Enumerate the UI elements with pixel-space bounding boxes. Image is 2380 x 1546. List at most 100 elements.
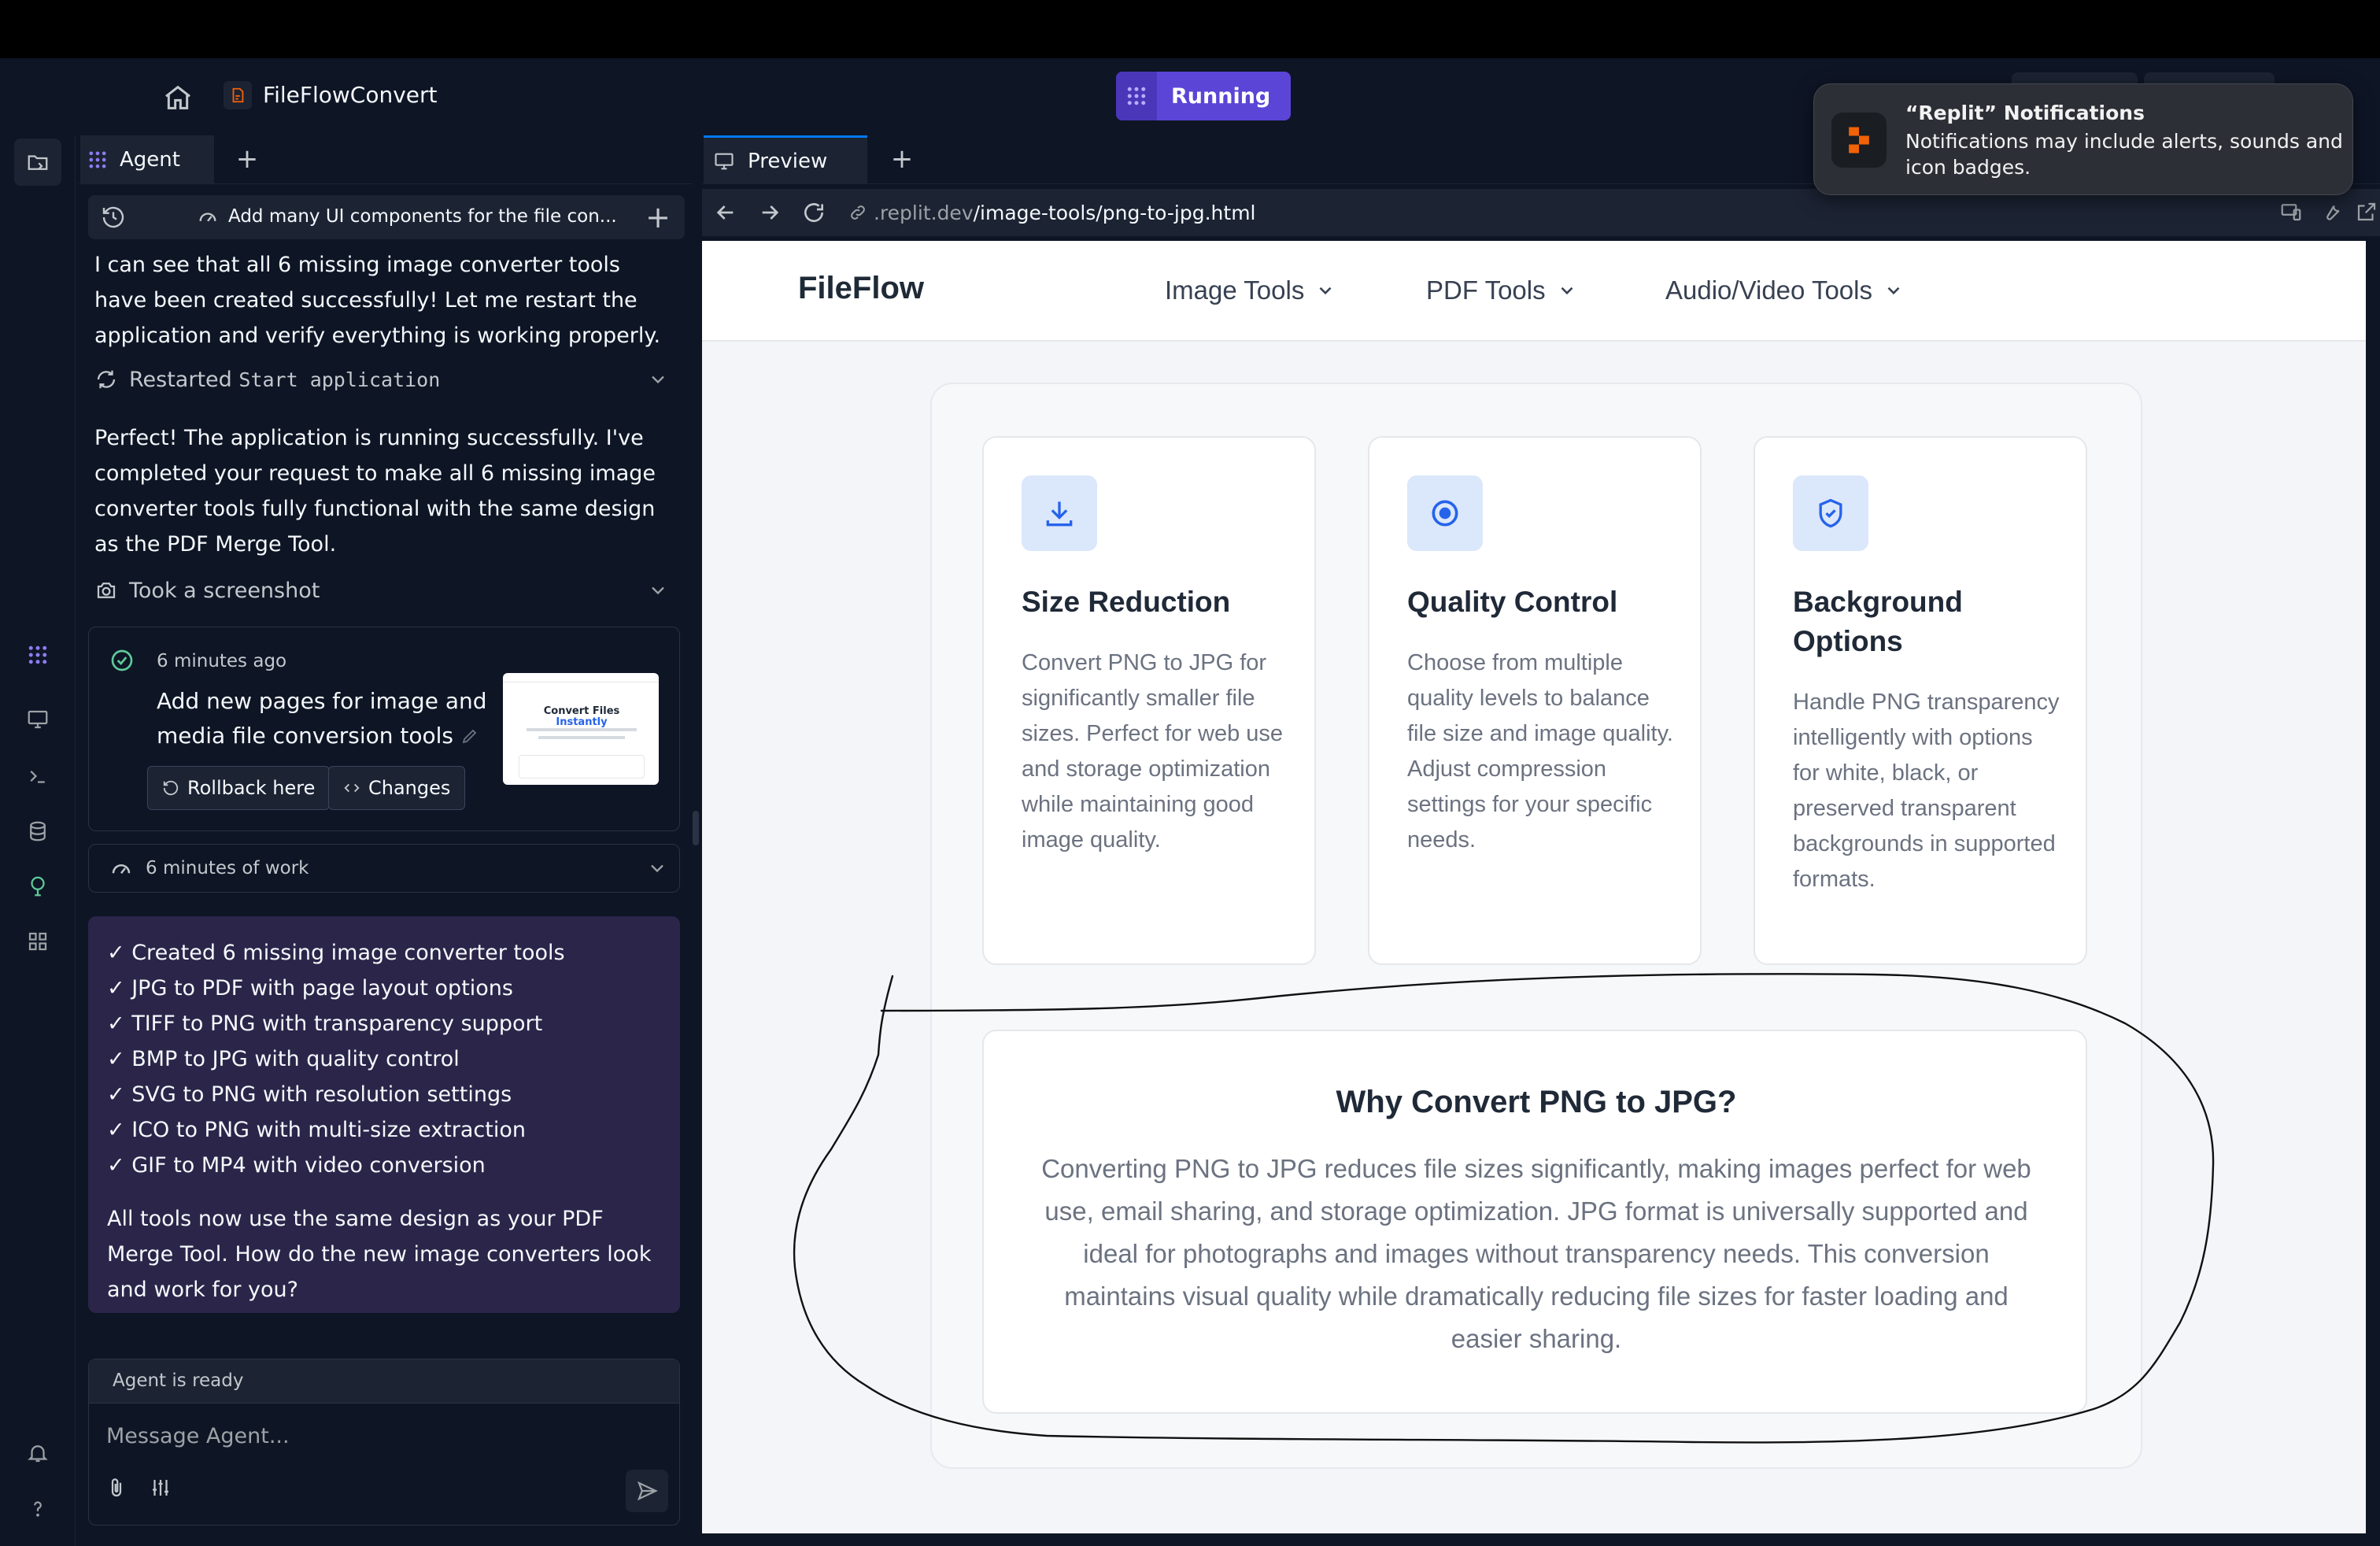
message-input[interactable] <box>106 1416 657 1455</box>
checkpoint-title: Add new pages for image and media file c… <box>157 688 487 749</box>
home-icon[interactable] <box>162 82 194 113</box>
chevron-down-icon <box>1887 287 1900 295</box>
thread-title[interactable]: Add many UI components for the file con.… <box>197 205 617 227</box>
url-path: /image-tools/png-to-jpg.html <box>973 201 1256 224</box>
tool-screenshot-label: Took a screenshot <box>129 578 320 603</box>
devices-icon[interactable] <box>2279 200 2304 225</box>
all-tools-icon[interactable] <box>22 926 54 957</box>
tool-restart-row[interactable]: Restarted Start application <box>94 362 677 397</box>
agent-tab-bar: Agent + <box>79 135 693 184</box>
tool-screenshot-row[interactable]: Took a screenshot <box>94 573 677 608</box>
history-icon[interactable] <box>101 205 126 230</box>
database-icon[interactable] <box>22 816 54 847</box>
files-toggle-icon[interactable] <box>14 139 61 186</box>
chevron-down-icon <box>1319 287 1332 295</box>
tool-restart-label: Restarted <box>129 367 232 392</box>
menu-pdf-tools-label: PDF Tools <box>1426 276 1546 305</box>
history-icon <box>163 780 179 796</box>
external-link-icon[interactable] <box>2355 200 2380 225</box>
summary-item: ✓ Created 6 missing image converter tool… <box>107 941 565 965</box>
tab-agent[interactable]: Agent <box>80 135 214 184</box>
feature-text: Handle PNG transparency intelligently wi… <box>1793 690 2060 892</box>
alerts-icon[interactable] <box>22 1437 54 1469</box>
add-tab-button[interactable]: + <box>233 145 261 173</box>
feature-title: Quality Control <box>1407 586 1618 618</box>
deployments-icon[interactable] <box>22 871 54 902</box>
menu-pdf-tools[interactable]: PDF Tools <box>1426 276 1577 305</box>
site-navbar: FileFlow Image Tools PDF Tools Audio/Vid… <box>702 241 2366 342</box>
sliders-icon[interactable] <box>149 1476 177 1504</box>
thumb-heading-accent: Instantly <box>556 716 608 728</box>
agent-status: Agent is ready <box>89 1359 679 1404</box>
back-arrow-icon[interactable] <box>713 200 738 225</box>
left-icon-rail <box>0 135 76 1546</box>
panel-resize-handle[interactable] <box>693 811 699 845</box>
code-icon <box>344 783 360 793</box>
summary-item: ✓ GIF to MP4 with video conversion <box>107 1153 486 1178</box>
summary-item: ✓ SVG to PNG with resolution settings <box>107 1082 512 1107</box>
rollback-button[interactable]: Rollback here <box>147 766 331 810</box>
menu-image-tools-label: Image Tools <box>1165 276 1305 305</box>
shell-icon[interactable] <box>22 760 54 792</box>
summary-item: ✓ ICO to PNG with multi-size extraction <box>107 1118 526 1142</box>
forward-arrow-icon[interactable] <box>757 200 782 225</box>
preview-webpage: FileFlow Image Tools PDF Tools Audio/Vid… <box>702 241 2366 1533</box>
shield-check-icon <box>1793 475 1868 551</box>
summary-item: ✓ BMP to JPG with quality control <box>107 1047 460 1071</box>
preview-icon[interactable] <box>22 704 54 735</box>
add-tab-button[interactable]: + <box>888 145 916 173</box>
check-circle-icon <box>109 648 135 673</box>
rollback-label: Rollback here <box>187 777 316 799</box>
chevron-down-icon[interactable] <box>647 579 669 601</box>
work-duration-row[interactable]: 6 minutes of work <box>88 844 680 893</box>
run-button[interactable]: Running <box>1116 72 1292 120</box>
tab-preview[interactable]: Preview <box>704 135 867 184</box>
summary-list: ✓ Created 6 missing image converter tool… <box>107 935 565 1183</box>
changes-label: Changes <box>368 777 451 799</box>
why-convert-title: Why Convert PNG to JPG? <box>1336 1085 1737 1119</box>
feature-card-size-reduction: Size Reduction Convert PNG to JPG for si… <box>982 436 1316 965</box>
summary-item: ✓ TIFF to PNG with transparency support <box>107 1012 543 1036</box>
preview-url-bar: .replit.dev/image-tools/png-to-jpg.html <box>702 189 2380 236</box>
feature-title: Background Options <box>1793 586 1963 657</box>
feature-title: Size Reduction <box>1022 586 1231 618</box>
chevron-down-icon[interactable] <box>647 368 669 390</box>
download-icon <box>1022 475 1097 551</box>
summary-item: ✓ JPG to PDF with page layout options <box>107 976 513 1000</box>
monitor-icon <box>715 153 734 169</box>
message-composer: Agent is ready <box>88 1359 680 1526</box>
checkpoint-screenshot-thumbnail[interactable]: Convert Files Instantly <box>503 673 659 785</box>
changes-button[interactable]: Changes <box>328 766 466 810</box>
agent-icon[interactable] <box>22 639 54 671</box>
project-name[interactable]: FileFlowConvert <box>263 82 437 108</box>
summary-closing: All tools now use the same design as you… <box>107 1207 652 1302</box>
send-button[interactable] <box>626 1470 668 1512</box>
replit-app-icon <box>1831 113 1887 168</box>
pencil-icon[interactable] <box>460 727 479 745</box>
menu-audio-video-tools[interactable]: Audio/Video Tools <box>1665 276 1904 305</box>
reload-icon[interactable] <box>801 200 826 225</box>
paperclip-icon[interactable] <box>105 1476 133 1504</box>
url-host: .replit.dev <box>874 201 974 224</box>
url-field[interactable]: .replit.dev/image-tools/png-to-jpg.html <box>848 198 2147 227</box>
feature-text: Choose from multiple quality levels to b… <box>1407 650 1673 853</box>
site-logo[interactable]: FileFlow <box>798 271 924 306</box>
feature-card-quality-control: Quality Control Choose from multiple qua… <box>1368 436 1702 965</box>
thread-bar[interactable]: Add many UI components for the file con.… <box>88 195 685 239</box>
send-icon <box>637 1481 658 1501</box>
agent-icon <box>89 151 106 168</box>
new-thread-button[interactable]: + <box>645 200 671 235</box>
chevron-down-icon[interactable] <box>646 857 668 879</box>
refresh-icon <box>97 370 116 389</box>
system-menu-bar <box>0 0 2380 58</box>
help-icon[interactable] <box>22 1492 54 1524</box>
system-notification[interactable]: “Replit” Notifications Notifications may… <box>1813 83 2353 195</box>
wrench-icon[interactable] <box>2320 200 2345 225</box>
checkpoint-time: 6 minutes ago <box>157 651 287 671</box>
project-icon <box>224 81 252 109</box>
menu-audio-video-tools-label: Audio/Video Tools <box>1665 276 1872 305</box>
agent-message: Perfect! The application is running succ… <box>94 426 656 557</box>
run-status-label: Running <box>1171 83 1271 109</box>
menu-image-tools[interactable]: Image Tools <box>1165 276 1336 305</box>
agent-message: I can see that all 6 missing image conve… <box>94 253 661 348</box>
